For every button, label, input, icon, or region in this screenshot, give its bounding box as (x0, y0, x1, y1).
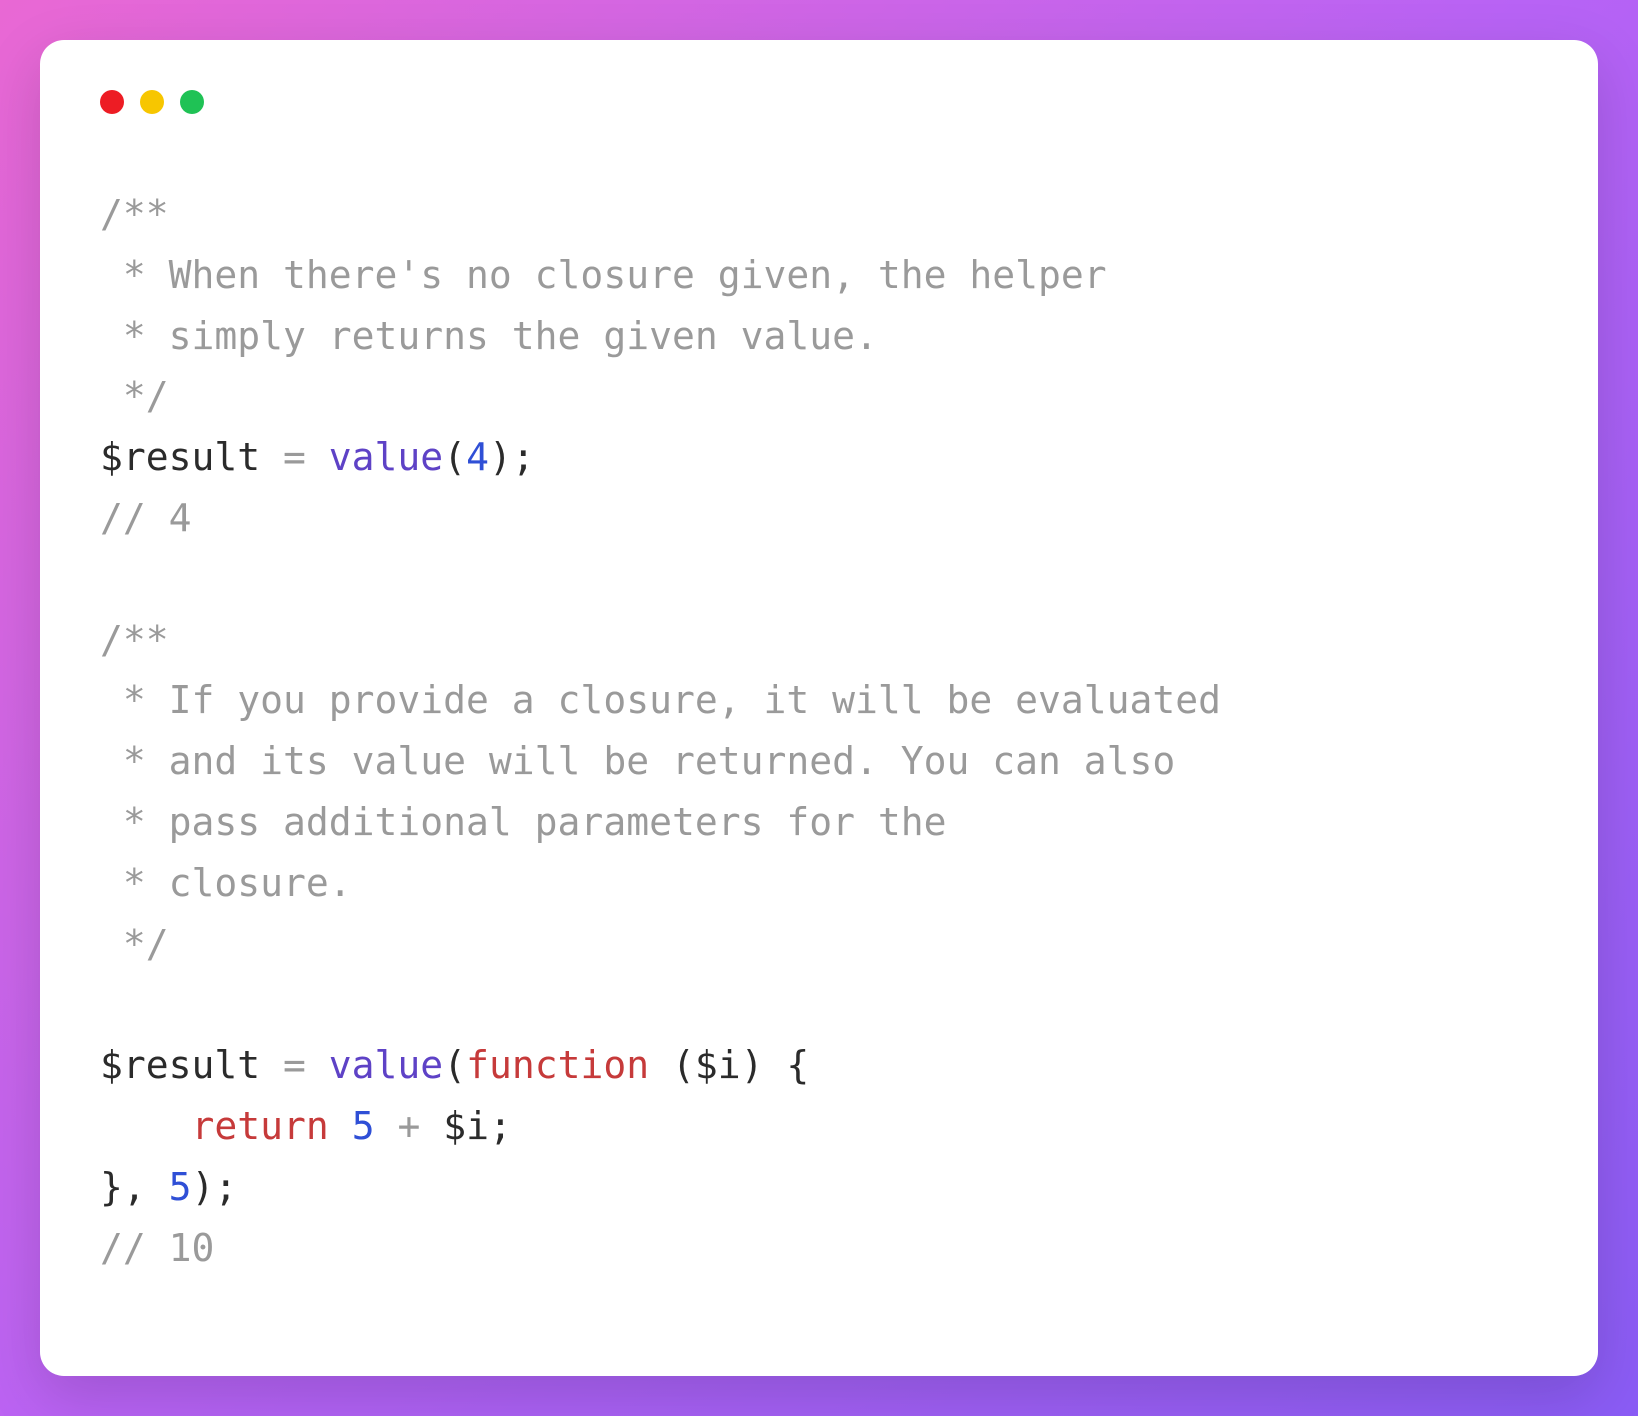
punctuation: ); (489, 435, 535, 479)
operator: + (375, 1104, 444, 1148)
keyword: return (192, 1104, 329, 1148)
punctuation: ( (443, 1043, 466, 1087)
comment-line: // 10 (100, 1226, 214, 1270)
punctuation: }, (100, 1165, 169, 1209)
comment-line: /** (100, 192, 169, 236)
variable: $result (100, 1043, 260, 1087)
code-window: /** * When there's no closure given, the… (40, 40, 1598, 1376)
keyword: function (466, 1043, 649, 1087)
code-block: /** * When there's no closure given, the… (100, 184, 1538, 1278)
comment-line: */ (100, 374, 169, 418)
punctuation: ); (192, 1165, 238, 1209)
indent (100, 1104, 192, 1148)
comment-line: */ (100, 922, 169, 966)
close-icon[interactable] (100, 90, 124, 114)
variable: $i (443, 1104, 489, 1148)
window-controls (100, 90, 1538, 114)
punctuation: ; (489, 1104, 512, 1148)
number-literal: 5 (352, 1104, 375, 1148)
space (329, 1104, 352, 1148)
maximize-icon[interactable] (180, 90, 204, 114)
variable: $result (100, 435, 260, 479)
minimize-icon[interactable] (140, 90, 164, 114)
punctuation: ($i) { (649, 1043, 809, 1087)
punctuation: ( (443, 435, 466, 479)
function-name: value (329, 435, 443, 479)
comment-line: * simply returns the given value. (100, 314, 878, 358)
comment-line: * If you provide a closure, it will be e… (100, 678, 1221, 722)
operator: = (260, 435, 329, 479)
comment-line: /** (100, 618, 169, 662)
comment-line: * and its value will be returned. You ca… (100, 739, 1175, 783)
comment-line: * pass additional parameters for the (100, 800, 946, 844)
number-literal: 4 (466, 435, 489, 479)
comment-line: // 4 (100, 496, 192, 540)
function-name: value (329, 1043, 443, 1087)
number-literal: 5 (169, 1165, 192, 1209)
comment-line: * When there's no closure given, the hel… (100, 253, 1107, 297)
comment-line: * closure. (100, 861, 352, 905)
operator: = (260, 1043, 329, 1087)
